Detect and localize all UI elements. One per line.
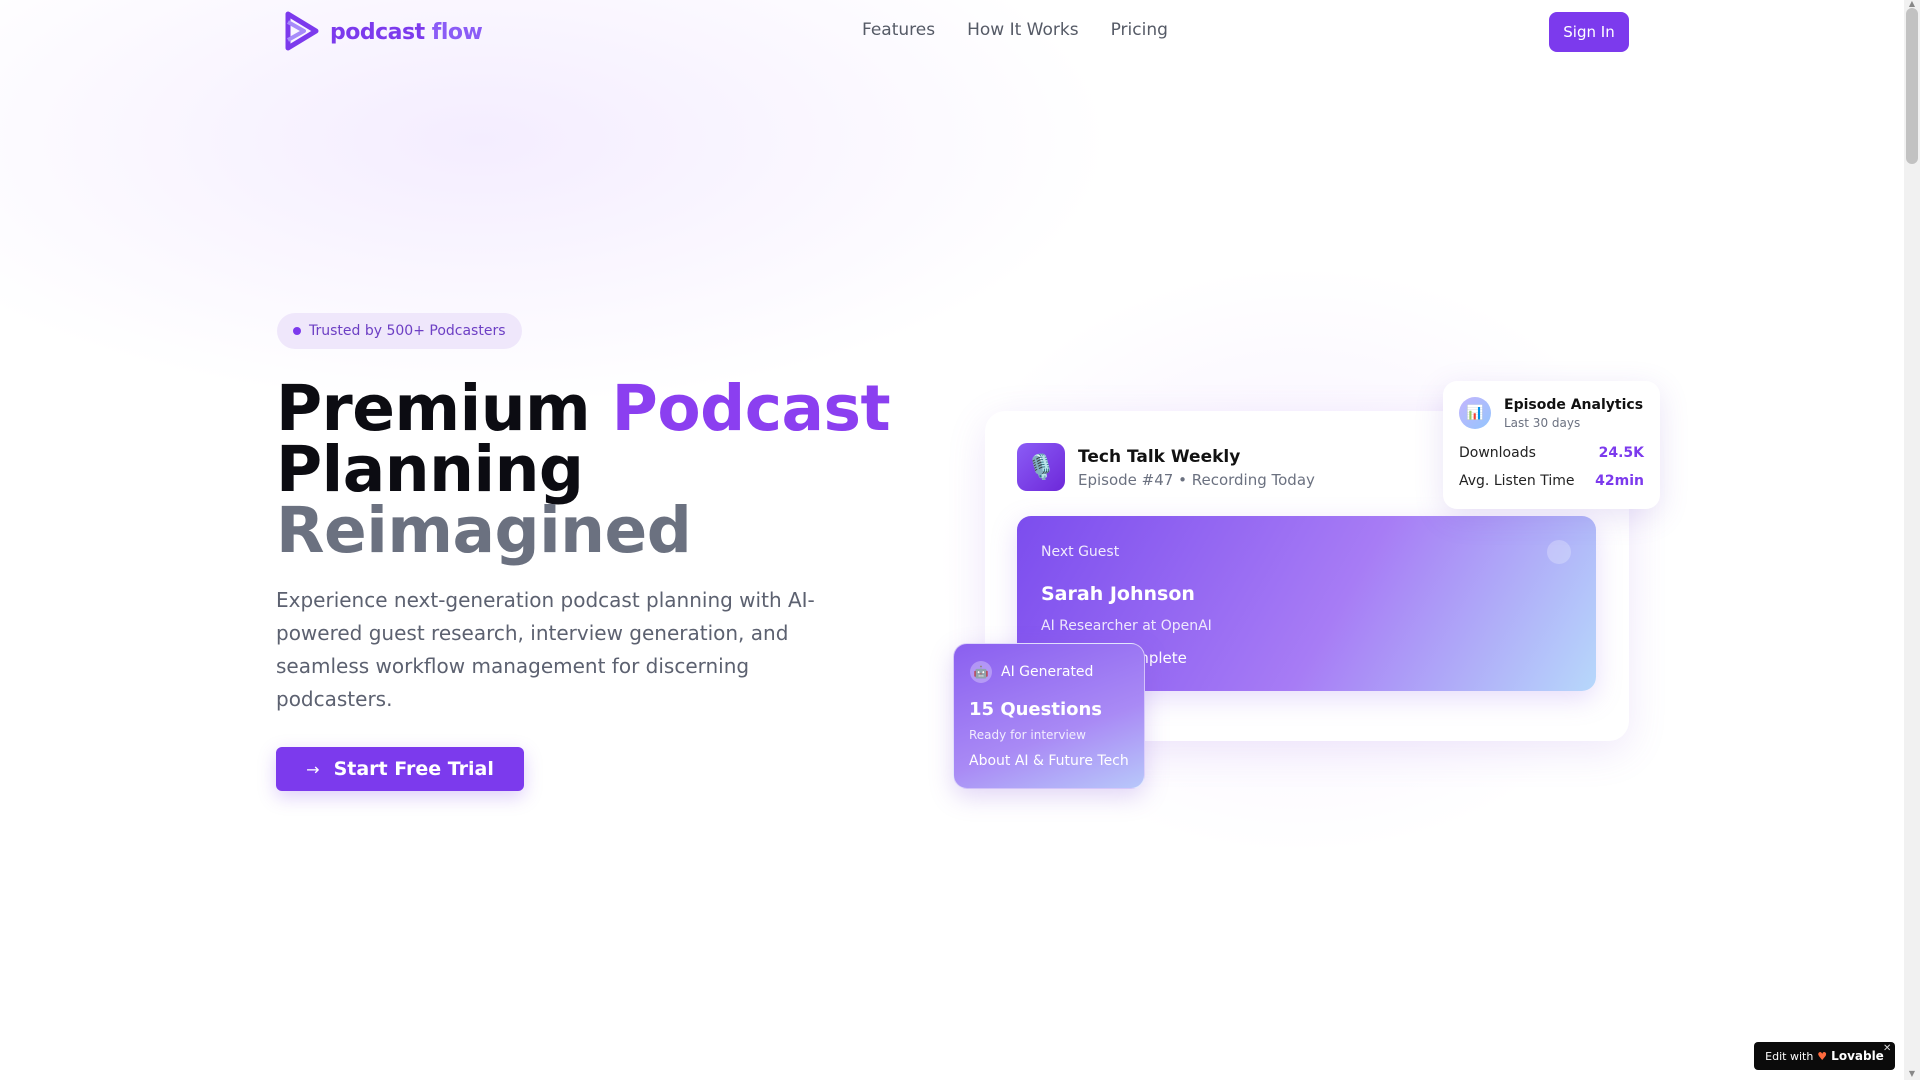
episode-subtitle: Episode #47 • Recording Today (1078, 471, 1315, 489)
lovable-brand: Lovable (1831, 1049, 1884, 1063)
analytics-label: Downloads (1459, 445, 1536, 461)
headline-reimagined: Reimagined (276, 494, 692, 567)
hero-subtext: Experience next-generation podcast plann… (276, 588, 815, 711)
hero-headline: Premium Podcast Planning Reimagined (276, 377, 891, 567)
main-nav: Features How It Works Pricing (862, 20, 1168, 40)
site-header: podcast flow Features How It Works Prici… (0, 0, 1904, 64)
cta-label: Start Free Trial (333, 758, 494, 780)
lovable-heart-icon: ♥ (1817, 1049, 1828, 1063)
bar-chart-icon: 📊 (1459, 397, 1491, 429)
ai-topic: About AI & Future Tech (969, 753, 1129, 769)
headline-planning: Planning (276, 433, 584, 506)
analytics-value: 42min (1595, 473, 1644, 489)
robot-icon: 🤖 (970, 661, 992, 683)
trust-badge: Trusted by 500+ Podcasters (277, 313, 522, 349)
nav-how-it-works[interactable]: How It Works (967, 20, 1078, 40)
close-icon[interactable]: ✕ (1883, 1043, 1891, 1054)
guest-role: AI Researcher at OpenAI (1041, 618, 1212, 634)
analytics-row-listen-time: Avg. Listen Time 42min (1459, 473, 1644, 489)
ai-ready-status: Ready for interview (969, 728, 1086, 742)
logo-mark-icon (285, 11, 319, 51)
analytics-title: Episode Analytics (1504, 397, 1644, 413)
sign-in-button[interactable]: Sign In (1549, 12, 1629, 52)
edit-with-lovable-badge[interactable]: Edit with ♥ Lovable (1754, 1042, 1895, 1070)
guest-avatar-icon (1547, 540, 1571, 564)
headline-podcast: Podcast (611, 372, 891, 445)
arrow-right-icon: → (306, 759, 320, 779)
nav-pricing[interactable]: Pricing (1111, 20, 1168, 40)
scrollbar-thumb[interactable] (1906, 8, 1918, 164)
scroll-down-arrow-icon[interactable]: ▼ (1906, 1070, 1918, 1078)
logo[interactable]: podcast flow (280, 8, 483, 56)
start-free-trial-button[interactable]: → Start Free Trial (276, 747, 524, 791)
analytics-label: Avg. Listen Time (1459, 473, 1575, 489)
ai-generated-label: AI Generated (1001, 664, 1094, 680)
analytics-row-downloads: Downloads 24.5K (1459, 445, 1644, 461)
lovable-prefix: Edit with (1765, 1049, 1814, 1063)
next-guest-label: Next Guest (1041, 544, 1120, 560)
nav-features[interactable]: Features (862, 20, 935, 40)
guest-name: Sarah Johnson (1041, 583, 1195, 605)
question-count: 15 Questions (969, 699, 1103, 720)
scroll-up-arrow-icon[interactable]: ▲ (1906, 0, 1918, 8)
analytics-value: 24.5K (1598, 445, 1644, 461)
analytics-period: Last 30 days (1504, 416, 1581, 430)
microphone-icon: 🎙️ (1017, 443, 1065, 491)
badge-dot-icon (293, 327, 301, 335)
show-title: Tech Talk Weekly (1078, 447, 1241, 467)
logo-text: podcast flow (330, 19, 483, 45)
trust-badge-text: Trusted by 500+ Podcasters (309, 323, 506, 339)
